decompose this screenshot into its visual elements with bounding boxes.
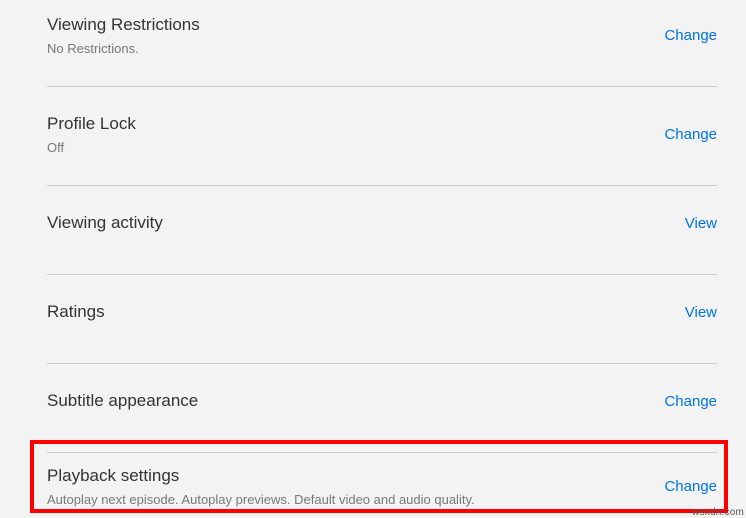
row-subtitle: Autoplay next episode. Autoplay previews… bbox=[47, 492, 475, 507]
settings-panel: Viewing Restrictions No Restrictions. Ch… bbox=[0, 0, 746, 507]
row-title: Playback settings bbox=[47, 466, 475, 486]
change-link[interactable]: Change bbox=[664, 393, 717, 410]
view-link[interactable]: View bbox=[685, 215, 717, 232]
row-left: Viewing Restrictions No Restrictions. bbox=[47, 15, 200, 56]
row-title: Viewing Restrictions bbox=[47, 15, 200, 35]
row-viewing-restrictions: Viewing Restrictions No Restrictions. Ch… bbox=[47, 0, 717, 87]
row-left: Viewing activity bbox=[47, 213, 163, 233]
row-title: Viewing activity bbox=[47, 213, 163, 233]
change-link[interactable]: Change bbox=[664, 27, 717, 44]
row-title: Subtitle appearance bbox=[47, 391, 198, 411]
row-ratings: Ratings View bbox=[47, 275, 717, 364]
row-subtitle-appearance: Subtitle appearance Change bbox=[47, 364, 717, 453]
row-subtitle: No Restrictions. bbox=[47, 41, 200, 56]
row-profile-lock: Profile Lock Off Change bbox=[47, 87, 717, 186]
row-left: Profile Lock Off bbox=[47, 114, 136, 155]
watermark-text: wsxdn.com bbox=[692, 507, 744, 518]
row-left: Playback settings Autoplay next episode.… bbox=[47, 466, 475, 507]
row-title: Profile Lock bbox=[47, 114, 136, 134]
change-link[interactable]: Change bbox=[664, 478, 717, 495]
row-left: Ratings bbox=[47, 302, 105, 322]
row-playback-settings: Playback settings Autoplay next episode.… bbox=[47, 453, 717, 507]
row-subtitle: Off bbox=[47, 140, 136, 155]
row-viewing-activity: Viewing activity View bbox=[47, 186, 717, 275]
row-left: Subtitle appearance bbox=[47, 391, 198, 411]
row-title: Ratings bbox=[47, 302, 105, 322]
change-link[interactable]: Change bbox=[664, 126, 717, 143]
view-link[interactable]: View bbox=[685, 304, 717, 321]
